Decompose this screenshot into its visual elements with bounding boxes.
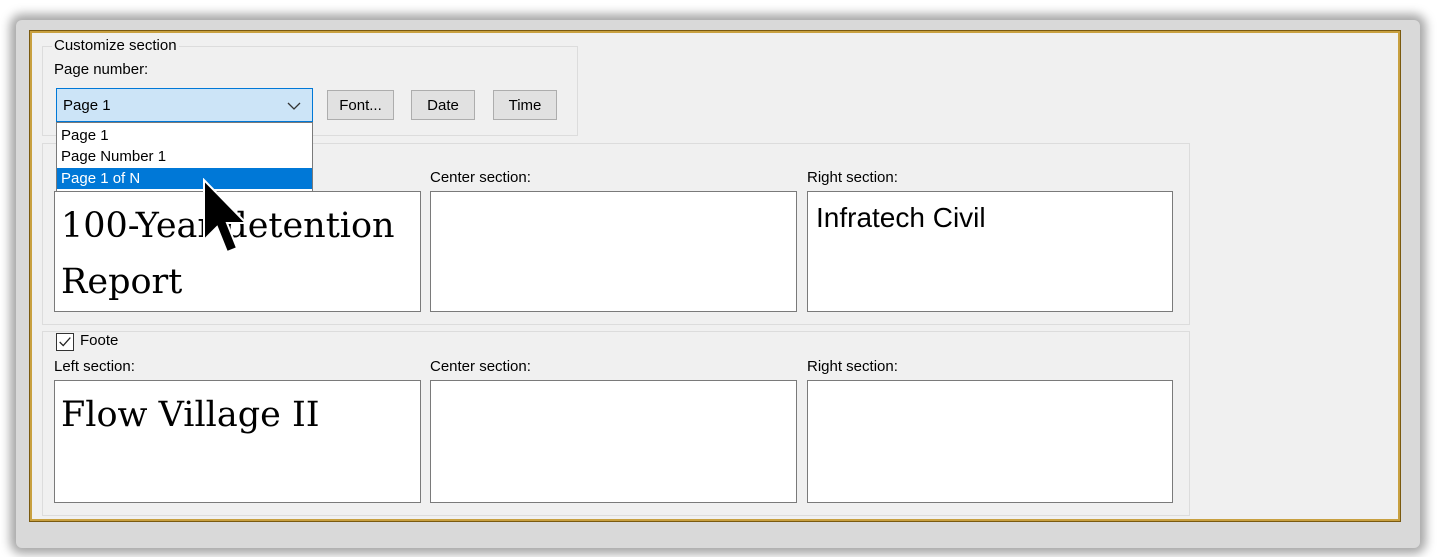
footer-checkbox[interactable]	[56, 333, 74, 351]
footer-checkbox-label: Foote	[80, 332, 119, 349]
footer-center-textbox[interactable]	[430, 380, 797, 503]
dropdown-option[interactable]: Page Number 1	[57, 146, 312, 167]
dropdown-option[interactable]: Page 1	[57, 125, 312, 146]
footer-center-label: Center section:	[430, 358, 531, 375]
footer-right-textbox[interactable]	[807, 380, 1173, 503]
page-number-value: Page 1	[63, 97, 111, 114]
customize-section-title: Customize section	[52, 37, 179, 54]
page-number-label: Page number:	[54, 61, 149, 78]
header-right-text: Infratech Civil	[816, 202, 986, 233]
header-right-label: Right section:	[807, 169, 898, 186]
chevron-down-icon	[287, 102, 301, 110]
page-number-select[interactable]: Page 1	[56, 88, 313, 122]
footer-left-label: Left section:	[54, 358, 135, 375]
footer-left-textbox[interactable]: Flow Village II	[54, 380, 421, 503]
checkmark-icon	[59, 337, 71, 347]
header-footer-dialog: Customize section Page number: Page 1 Fo…	[29, 30, 1401, 522]
date-button[interactable]: Date	[411, 90, 475, 120]
header-right-textbox[interactable]: Infratech Civil	[807, 191, 1173, 312]
header-center-label: Center section:	[430, 169, 531, 186]
dropdown-option-selected[interactable]: Page 1 of N	[57, 168, 312, 189]
page-number-dropdown-list: Page 1 Page Number 1 Page 1 of N	[56, 122, 313, 192]
footer-left-text: Flow Village II	[61, 395, 320, 435]
header-center-textbox[interactable]	[430, 191, 797, 312]
time-button[interactable]: Time	[493, 90, 557, 120]
mouse-pointer-icon	[203, 178, 249, 254]
font-button[interactable]: Font...	[327, 90, 394, 120]
footer-right-label: Right section:	[807, 358, 898, 375]
